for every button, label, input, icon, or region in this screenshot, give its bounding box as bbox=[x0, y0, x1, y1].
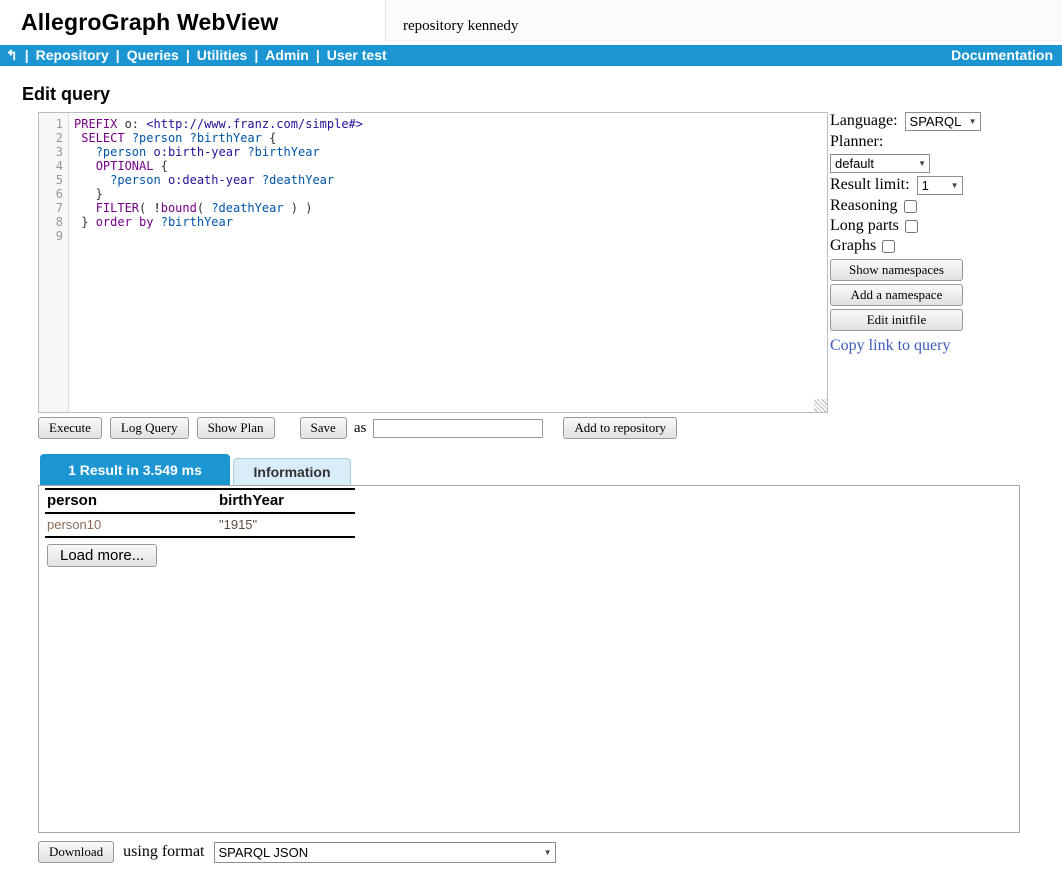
result-limit-select[interactable]: 1 ▼ bbox=[917, 176, 963, 195]
download-button[interactable]: Download bbox=[38, 841, 114, 863]
graphs-checkbox[interactable] bbox=[882, 240, 895, 253]
load-more-button[interactable]: Load more... bbox=[47, 544, 157, 567]
save-as-label: as bbox=[354, 420, 367, 437]
nav-separator: | bbox=[186, 45, 190, 66]
planner-select-value: default bbox=[835, 156, 874, 171]
chevron-down-icon: ▼ bbox=[544, 848, 552, 857]
chevron-down-icon: ▼ bbox=[918, 159, 926, 168]
line-number: 7 bbox=[39, 201, 63, 215]
column-header: person bbox=[45, 489, 217, 513]
repository-label: repository kennedy bbox=[403, 18, 518, 35]
code-line: } order by ?birthYear bbox=[74, 215, 827, 229]
line-numbers: 123456789 bbox=[39, 113, 69, 412]
language-select-value: SPARQL bbox=[910, 114, 962, 129]
nav-item-repository[interactable]: Repository bbox=[36, 45, 109, 66]
nav-item-admin[interactable]: Admin bbox=[265, 45, 309, 66]
back-icon[interactable]: ↰ bbox=[6, 45, 18, 66]
results-panel: personbirthYear person10"1915" Load more… bbox=[38, 485, 1020, 833]
results-header-row: personbirthYear bbox=[45, 489, 355, 513]
results-table: personbirthYear person10"1915" bbox=[45, 488, 355, 538]
nav-item-documentation[interactable]: Documentation bbox=[951, 45, 1053, 66]
language-select[interactable]: SPARQL ▼ bbox=[905, 112, 981, 131]
query-options-panel: Language: SPARQL ▼ Planner: default ▼ Re… bbox=[830, 110, 1060, 355]
tab-results[interactable]: 1 Result in 3.549 ms bbox=[40, 454, 230, 485]
nav-separator: | bbox=[316, 45, 320, 66]
add-to-repository-button[interactable]: Add to repository bbox=[563, 417, 677, 439]
line-number: 5 bbox=[39, 173, 63, 187]
chevron-down-icon: ▼ bbox=[951, 181, 959, 190]
code-line: ?person o:birth-year ?birthYear bbox=[74, 145, 827, 159]
code-line: OPTIONAL { bbox=[74, 159, 827, 173]
code-line: PREFIX o: <http://www.franz.com/simple#> bbox=[74, 117, 827, 131]
app-title: AllegroGraph WebView bbox=[21, 9, 278, 36]
using-format-label: using format bbox=[123, 843, 204, 861]
nav-bar: ↰ | Repository | Queries | Utilities | A… bbox=[0, 45, 1062, 66]
edit-initfile-button[interactable]: Edit initfile bbox=[830, 309, 963, 331]
nav-item-user-test[interactable]: User test bbox=[327, 45, 387, 66]
nav-separator: | bbox=[254, 45, 258, 66]
line-number: 9 bbox=[39, 229, 63, 243]
page-title: Edit query bbox=[22, 84, 110, 105]
planner-select[interactable]: default ▼ bbox=[830, 154, 930, 173]
copy-link-to-query[interactable]: Copy link to query bbox=[830, 337, 1060, 355]
line-number: 4 bbox=[39, 159, 63, 173]
nav-item-utilities[interactable]: Utilities bbox=[197, 45, 248, 66]
line-number: 8 bbox=[39, 215, 63, 229]
add-namespace-button[interactable]: Add a namespace bbox=[830, 284, 963, 306]
resize-grip-icon[interactable] bbox=[814, 399, 827, 412]
chevron-down-icon: ▼ bbox=[969, 117, 977, 126]
format-select[interactable]: SPARQL JSON ▼ bbox=[214, 842, 556, 863]
results-body: person10"1915" bbox=[45, 513, 355, 537]
code-line bbox=[74, 229, 827, 243]
format-select-value: SPARQL JSON bbox=[219, 845, 309, 860]
language-label: Language: bbox=[830, 112, 898, 130]
planner-label: Planner: bbox=[830, 133, 883, 151]
line-number: 3 bbox=[39, 145, 63, 159]
nav-item-queries[interactable]: Queries bbox=[127, 45, 179, 66]
table-row: person10"1915" bbox=[45, 513, 355, 537]
nav-left: ↰ | Repository | Queries | Utilities | A… bbox=[6, 45, 387, 66]
show-namespaces-button[interactable]: Show namespaces bbox=[830, 259, 963, 281]
nav-separator: | bbox=[25, 45, 29, 66]
result-limit-select-value: 1 bbox=[922, 178, 929, 193]
result-literal-cell: "1915" bbox=[217, 513, 355, 537]
code-line: FILTER( !bound( ?deathYear ) ) bbox=[74, 201, 827, 215]
log-query-button[interactable]: Log Query bbox=[110, 417, 189, 439]
long-parts-checkbox[interactable] bbox=[905, 220, 918, 233]
long-parts-label: Long parts bbox=[830, 217, 899, 235]
graphs-label: Graphs bbox=[830, 237, 876, 255]
code-line: ?person o:death-year ?deathYear bbox=[74, 173, 827, 187]
query-toolbar: Execute Log Query Show Plan Save as Add … bbox=[38, 417, 677, 439]
result-resource-cell[interactable]: person10 bbox=[45, 513, 217, 537]
code-line: SELECT ?person ?birthYear { bbox=[74, 131, 827, 145]
line-number: 6 bbox=[39, 187, 63, 201]
result-limit-label: Result limit: bbox=[830, 176, 910, 194]
reasoning-label: Reasoning bbox=[830, 197, 898, 215]
header: AllegroGraph WebView repository kennedy bbox=[0, 0, 1062, 45]
save-name-input[interactable] bbox=[373, 419, 543, 438]
line-number: 1 bbox=[39, 117, 63, 131]
show-plan-button[interactable]: Show Plan bbox=[197, 417, 275, 439]
execute-button[interactable]: Execute bbox=[38, 417, 102, 439]
nav-separator: | bbox=[116, 45, 120, 66]
results-tabs: 1 Result in 3.549 ms Information bbox=[40, 454, 351, 485]
query-editor[interactable]: 123456789 PREFIX o: <http://www.franz.co… bbox=[38, 112, 828, 413]
line-number: 2 bbox=[39, 131, 63, 145]
download-row: Download using format SPARQL JSON ▼ bbox=[38, 841, 556, 863]
column-header: birthYear bbox=[217, 489, 355, 513]
allegrograph-webview: AllegroGraph WebView repository kennedy … bbox=[0, 0, 1062, 873]
code-line: } bbox=[74, 187, 827, 201]
code-lines[interactable]: PREFIX o: <http://www.franz.com/simple#>… bbox=[69, 113, 827, 412]
tab-information[interactable]: Information bbox=[233, 458, 351, 485]
save-button[interactable]: Save bbox=[300, 417, 347, 439]
reasoning-checkbox[interactable] bbox=[904, 200, 917, 213]
